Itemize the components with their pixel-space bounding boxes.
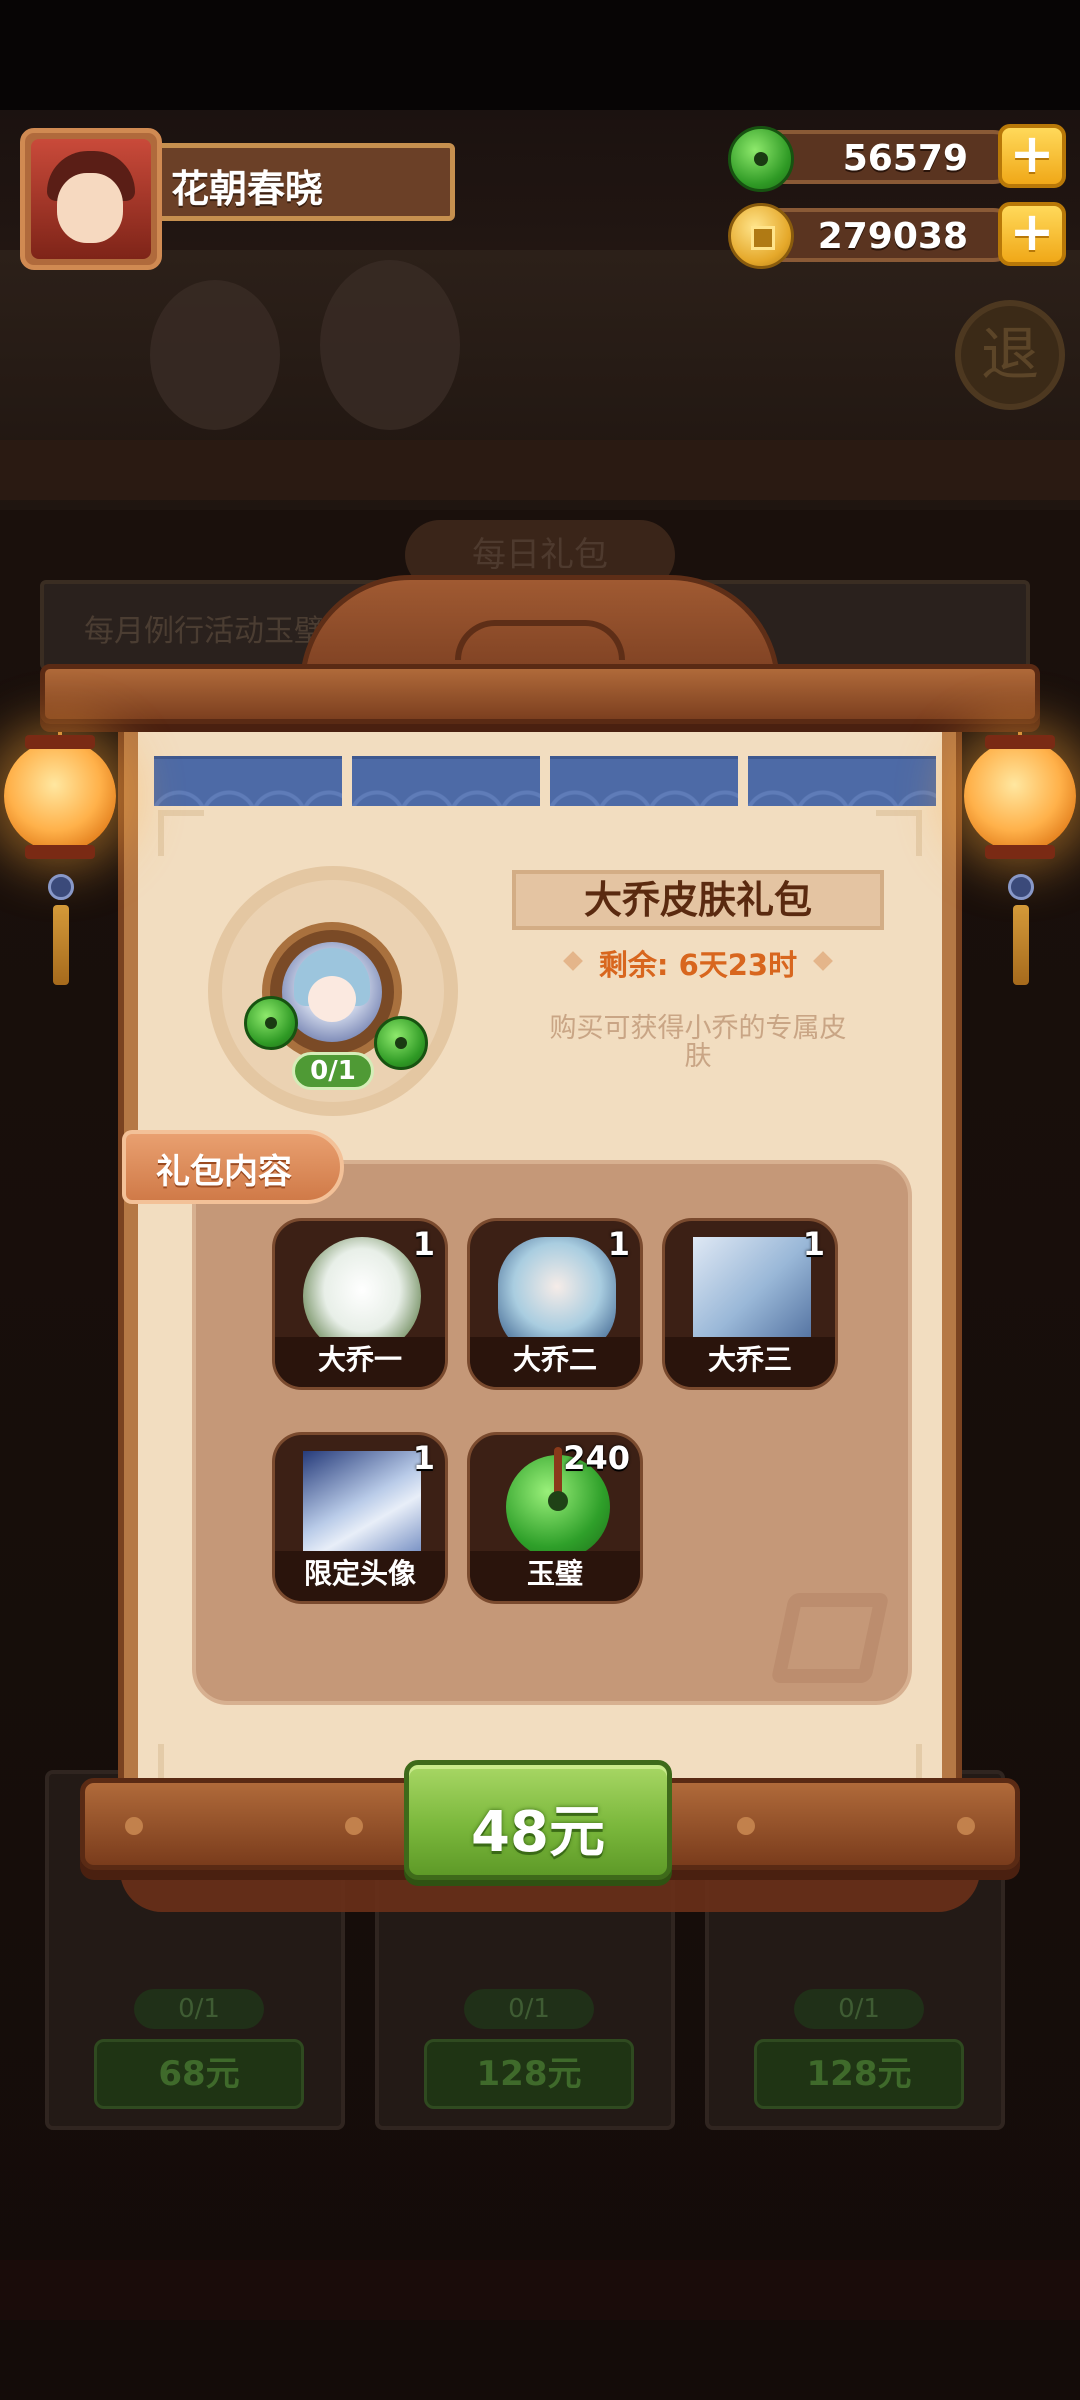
gold-coin-icon xyxy=(728,203,794,269)
reward-label: 大乔一 xyxy=(275,1337,445,1387)
buy-price: 48元 xyxy=(471,1800,605,1865)
lantern-cap-right xyxy=(985,735,1055,749)
player-name-plate: 花朝春晓 xyxy=(150,143,455,221)
reward-label: 大乔三 xyxy=(665,1337,835,1387)
reward-quantity: 1 xyxy=(802,1225,825,1263)
lantern-tassel-left xyxy=(53,905,69,985)
pack-title-plate: 大乔皮肤礼包 xyxy=(512,870,884,930)
background-pack-price: 128元 xyxy=(424,2039,634,2109)
jade-bi-icon xyxy=(244,996,298,1050)
time-remaining-text: 剩余: 6天23时 xyxy=(598,948,798,982)
buy-button[interactable]: 48元 xyxy=(404,1760,672,1880)
lantern-tassel-right xyxy=(1013,905,1029,985)
purchase-count-badge: 0/1 xyxy=(292,1052,374,1090)
wave-banner xyxy=(352,756,540,806)
diamond-ornament-icon xyxy=(813,951,833,971)
reward-label: 玉璧 xyxy=(470,1551,640,1601)
pack-description: 购买可获得小乔的专属皮肤 xyxy=(549,1013,847,1072)
lantern-bead-left xyxy=(48,874,74,900)
player-name: 花朝春晓 xyxy=(171,167,324,211)
lantern-left-icon xyxy=(4,740,116,852)
reward-quantity: 240 xyxy=(563,1439,630,1477)
background-character-1 xyxy=(150,280,280,430)
lantern-bead-right xyxy=(1008,874,1034,900)
background-pack-count: 0/1 xyxy=(134,1989,264,2029)
wave-banner xyxy=(154,756,342,806)
pack-title: 大乔皮肤礼包 xyxy=(583,878,812,922)
background-bottom-bar xyxy=(0,2260,1080,2320)
diamond-ornament-icon xyxy=(563,951,583,971)
wave-banner xyxy=(550,756,738,806)
wave-banner xyxy=(748,756,936,806)
reward-quantity: 1 xyxy=(607,1225,630,1263)
background-pack-price: 128元 xyxy=(754,2039,964,2109)
player-avatar[interactable] xyxy=(20,128,162,270)
background-character-2 xyxy=(320,260,460,430)
lantern-cap-right-bottom xyxy=(985,845,1055,859)
reward-quantity: 1 xyxy=(412,1439,435,1477)
lantern-right-icon xyxy=(964,740,1076,852)
reward-quantity: 1 xyxy=(412,1225,435,1263)
reward-item-skin[interactable]: 1 大乔二 xyxy=(467,1218,643,1390)
pack-contents-label: 礼包内容 xyxy=(156,1152,292,1192)
lantern-cap-left xyxy=(25,735,95,749)
reward-label: 大乔二 xyxy=(470,1337,640,1387)
add-coins-button[interactable]: + xyxy=(998,202,1066,266)
reward-item-avatar[interactable]: 1 限定头像 xyxy=(272,1432,448,1604)
dialog-top-beam xyxy=(40,664,1040,724)
avatar-face xyxy=(57,173,123,243)
background-pack-count: 0/1 xyxy=(794,1989,924,2029)
add-jade-button[interactable]: + xyxy=(998,124,1066,188)
coin-balance: 279038 xyxy=(817,216,968,257)
background-pack-price: 68元 xyxy=(94,2039,304,2109)
time-remaining: 剩余: 6天23时 xyxy=(548,942,848,982)
jade-bi-icon xyxy=(374,1016,428,1070)
reward-label: 限定头像 xyxy=(275,1551,445,1601)
reward-item-jade[interactable]: 240 玉璧 xyxy=(467,1432,643,1604)
panel-decoration-icon xyxy=(770,1593,890,1683)
reward-item-skin[interactable]: 1 大乔一 xyxy=(272,1218,448,1390)
jade-bi-icon xyxy=(728,126,794,192)
lantern-cap-left-bottom xyxy=(25,845,95,859)
retreat-button[interactable]: 退 xyxy=(955,300,1065,410)
reward-item-skin[interactable]: 1 大乔三 xyxy=(662,1218,838,1390)
pack-contents-tab: 礼包内容 xyxy=(122,1130,344,1204)
background-floor xyxy=(0,440,1080,500)
background-pack-count: 0/1 xyxy=(464,1989,594,2029)
jade-balance: 56579 xyxy=(842,138,968,179)
